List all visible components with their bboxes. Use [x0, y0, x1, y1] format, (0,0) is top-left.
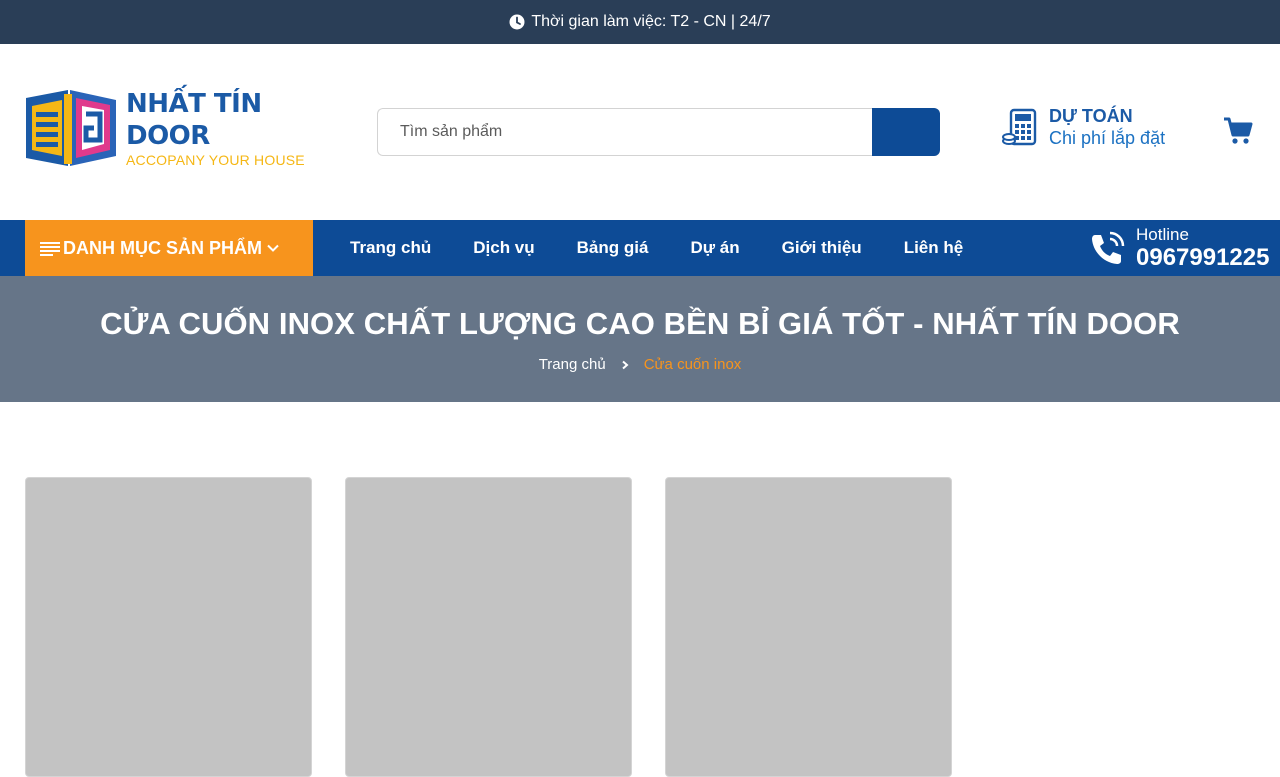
breadcrumb: Trang chủ Cửa cuốn inox [0, 356, 1280, 373]
nav-links: Trang chủ Dịch vụ Bảng giá Dự án Giới th… [329, 220, 984, 276]
category-menu-button[interactable]: DANH MỤC SẢN PHẨM [25, 220, 313, 276]
page-banner: CỬA CUỐN INOX CHẤT LƯỢNG CAO BỀN BỈ GIÁ … [0, 276, 1280, 402]
estimate-subtitle: Chi phí lắp đặt [1049, 128, 1166, 148]
search-input[interactable] [377, 108, 872, 156]
estimate-title: DỰ TOÁN [1049, 106, 1133, 126]
product-card-placeholder[interactable] [345, 477, 632, 777]
hotline-number: 0967991225 [1136, 244, 1270, 271]
page-title: CỬA CUỐN INOX CHẤT LƯỢNG CAO BỀN BỈ GIÁ … [100, 306, 1180, 341]
search-button[interactable] [872, 108, 940, 156]
category-menu-label: DANH MỤC SẢN PHẨM [63, 237, 262, 258]
logo-door-icon [26, 90, 116, 166]
cart-icon[interactable] [1222, 114, 1254, 146]
hotline-label: Hotline [1136, 225, 1189, 244]
working-hours-text: Thời gian làm việc: T2 - CN | 24/7 [531, 13, 771, 30]
nav-link-contact[interactable]: Liên hệ [883, 238, 985, 258]
product-card-placeholder[interactable] [665, 477, 952, 777]
menu-icon [40, 242, 60, 256]
site-header: NHẤT TÍN DOOR ACCOPANY YOUR HOUSE DỰ TOÁ… [0, 44, 1280, 220]
chevron-right-icon [622, 360, 629, 369]
estimate-link[interactable]: DỰ TOÁN Chi phí lắp đặt [1002, 106, 1165, 149]
nav-link-about[interactable]: Giới thiệu [761, 238, 883, 258]
nav-link-projects[interactable]: Dự án [669, 238, 760, 258]
phone-icon [1092, 231, 1125, 264]
clock-icon [509, 14, 525, 30]
nav-link-services[interactable]: Dịch vụ [452, 238, 555, 258]
calculator-icon [1002, 108, 1037, 145]
nav-link-home[interactable]: Trang chủ [329, 238, 452, 258]
nav-link-pricing[interactable]: Bảng giá [556, 238, 670, 258]
logo-slogan: ACCOPANY YOUR HOUSE [126, 152, 305, 168]
main-nav: DANH MỤC SẢN PHẨM Trang chủ Dịch vụ Bảng… [0, 220, 1280, 276]
search-bar [377, 108, 940, 156]
site-logo[interactable]: NHẤT TÍN DOOR ACCOPANY YOUR HOUSE [24, 88, 316, 168]
product-grid [25, 477, 985, 777]
hotline[interactable]: Hotline 0967991225 [1087, 226, 1269, 272]
top-info-bar: Thời gian làm việc: T2 - CN | 24/7 [0, 0, 1280, 44]
product-card-placeholder[interactable] [25, 477, 312, 777]
breadcrumb-current: Cửa cuốn inox [643, 356, 742, 373]
chevron-down-icon [267, 244, 279, 252]
logo-name: NHẤT TÍN DOOR [126, 89, 262, 151]
breadcrumb-home[interactable]: Trang chủ [539, 356, 606, 373]
